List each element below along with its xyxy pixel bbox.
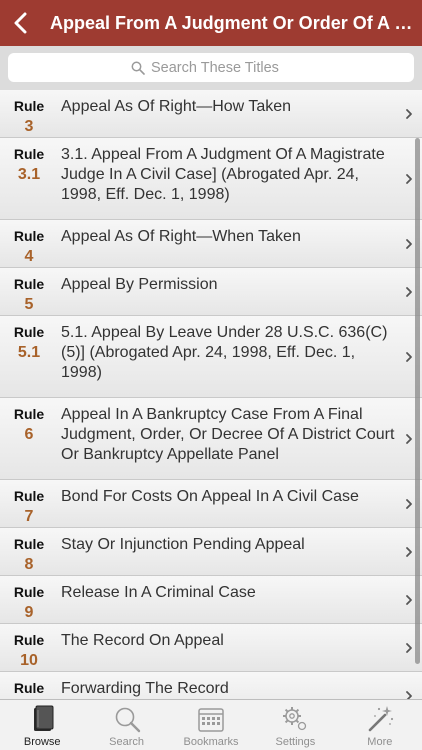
tab-browse[interactable]: Browse [0, 700, 84, 750]
rule-title: Appeal As Of Right—How Taken [61, 98, 292, 115]
rule-label: Rule [13, 98, 45, 114]
rule-label: Rule [13, 276, 45, 292]
rule-row[interactable]: Rule11Forwarding The Record [0, 672, 422, 699]
back-button[interactable] [0, 0, 40, 46]
tab-bookmarks[interactable]: Bookmarks [169, 700, 253, 750]
rule-row[interactable]: Rule 10 The Record On Appeal [0, 624, 422, 672]
calendar-icon [198, 708, 224, 732]
tab-label: More [367, 736, 393, 748]
chevron-right-icon [406, 238, 412, 249]
rule-number: 5.1 [17, 344, 41, 361]
magnifier-icon [115, 707, 140, 733]
book-icon [34, 705, 54, 731]
search-field[interactable] [8, 53, 414, 82]
rule-row[interactable]: Rule 3 Appeal As Of Right—How Taken [0, 90, 422, 138]
rule-number-cell: Rule11 [0, 672, 58, 699]
magic-wand-icon [368, 706, 393, 732]
chevron-right-icon [406, 594, 412, 605]
rule-label: Rule [13, 632, 45, 648]
rule-number-cell: Rule 4 [0, 220, 58, 267]
rule-label: Rule [13, 406, 45, 422]
tab-label: Search [109, 736, 145, 748]
rule-number: 3 [24, 118, 34, 135]
rule-number-cell: Rule 3 [0, 90, 58, 137]
chevron-right-icon [406, 546, 412, 557]
rule-row[interactable]: Rule 5.1 5.1. Appeal By Leave Under 28 U.S… [0, 316, 422, 398]
rule-number-cell: Rule 5.1 [0, 316, 58, 397]
scrollbar[interactable] [415, 138, 420, 664]
chevron-right-icon [406, 108, 412, 119]
tab-label: Browse [23, 736, 61, 748]
rule-number-cell: Rule 10 [0, 624, 58, 671]
rule-number: 6 [24, 426, 34, 443]
rule-number: 7 [24, 508, 34, 525]
rule-title: Bond For Costs On Appeal In A Civil Case [61, 488, 359, 505]
rule-number: 9 [24, 604, 34, 621]
rule-number-cell: Rule 8 [0, 528, 58, 575]
rule-row[interactable]: Rule 4 Appeal As Of Right—When Taken [0, 220, 422, 268]
rule-title: Stay Or Injunction Pending Appeal [61, 536, 305, 553]
rule-label: Rule [13, 680, 45, 696]
search-bar [0, 46, 422, 90]
nav-bar: Appeal From A Judgment Or Order Of A Di.… [0, 0, 422, 46]
rule-row[interactable]: Rule 3.1 3.1. Appeal From A Judgment Of A … [0, 138, 422, 220]
rule-row[interactable]: Rule 6 Appeal In A Bankruptcy Case From A … [0, 398, 422, 480]
chevron-right-icon [406, 286, 412, 297]
rule-number: 4 [24, 248, 34, 265]
chevron-right-icon [406, 498, 412, 509]
rule-title: Appeal As Of Right—When Taken [61, 228, 301, 245]
rule-row[interactable]: Rule 5 Appeal By Permission [0, 268, 422, 316]
rule-number-cell: Rule 6 [0, 398, 58, 479]
rule-row[interactable]: Rule 8 Stay Or Injunction Pending Appeal [0, 528, 422, 576]
tab-bar: Browse Search Bookmarks Settings More [0, 699, 422, 750]
rule-title: 3.1. Appeal From A Judgment Of A Magistr… [61, 146, 385, 203]
rule-label: Rule [13, 584, 45, 600]
rule-number-cell: Rule 3.1 [0, 138, 58, 219]
rule-label: Rule [13, 228, 45, 244]
rule-title: Release In A Criminal Case [61, 584, 256, 601]
rule-title: 5.1. Appeal By Leave Under 28 U.S.C. 636… [61, 324, 388, 381]
rule-number: 3.1 [17, 166, 41, 183]
tab-search[interactable]: Search [84, 700, 168, 750]
rule-title: Appeal In A Bankruptcy Case From A Final… [61, 406, 395, 463]
search-icon [131, 61, 145, 75]
chevron-right-icon [406, 642, 412, 653]
rule-label: Rule [13, 324, 45, 340]
rule-number: 10 [20, 652, 38, 669]
chevron-right-icon [406, 173, 412, 184]
tab-label: Settings [275, 736, 316, 748]
rule-row[interactable]: Rule 9 Release In A Criminal Case [0, 576, 422, 624]
rule-title: Forwarding The Record [61, 680, 229, 697]
rule-label: Rule [13, 488, 45, 504]
rule-number: 8 [24, 556, 34, 573]
rule-number-cell: Rule 5 [0, 268, 58, 315]
tab-label: Bookmarks [183, 736, 239, 748]
rule-number-cell: Rule 7 [0, 480, 58, 527]
chevron-right-icon [406, 433, 412, 444]
chevron-right-icon [406, 690, 412, 699]
rule-number: 5 [24, 296, 34, 313]
gears-icon [283, 707, 307, 731]
chevron-left-icon [14, 12, 27, 34]
tab-settings[interactable]: Settings [253, 700, 337, 750]
rule-label: Rule [13, 536, 45, 552]
page-title: Appeal From A Judgment Or Order Of A Di.… [50, 12, 416, 33]
chevron-right-icon [406, 351, 412, 362]
rules-list: Rule 3 Appeal As Of Right—How Taken Rule 3.1… [0, 90, 422, 699]
rule-label: Rule [13, 146, 45, 162]
rule-number-cell: Rule 9 [0, 576, 58, 623]
rule-row[interactable]: Rule 7 Bond For Costs On Appeal In A Civil… [0, 480, 422, 528]
rule-title: Appeal By Permission [61, 276, 218, 293]
tab-more[interactable]: More [338, 700, 422, 750]
rule-title: The Record On Appeal [61, 632, 224, 649]
search-input[interactable] [151, 59, 291, 76]
